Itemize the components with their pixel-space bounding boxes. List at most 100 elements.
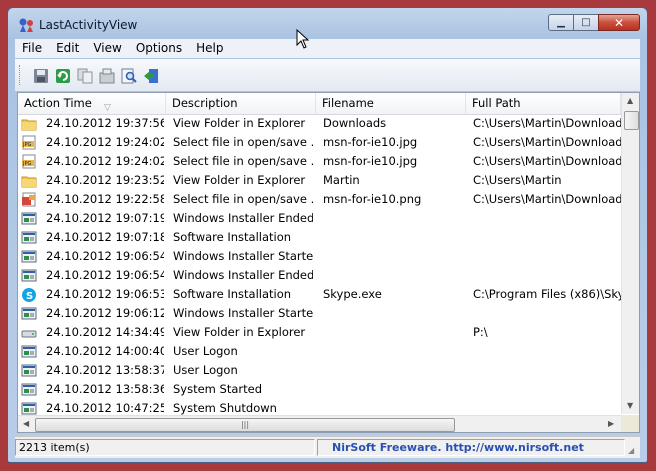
title-bar[interactable]: LastActivityView ▁ □ ✕ xyxy=(8,8,647,38)
properties-icon[interactable] xyxy=(99,68,115,84)
maximize-button[interactable]: □ xyxy=(573,14,599,31)
column-action-time[interactable]: Action Time ▽ xyxy=(18,93,166,114)
cell-description: Software Installation xyxy=(173,287,292,301)
cell-action-time: 24.10.2012 13:58:36 xyxy=(46,382,164,396)
cell-description: Software Installation xyxy=(173,230,292,244)
cell-action-time: 24.10.2012 19:07:18 xyxy=(46,230,164,244)
column-label: Filename xyxy=(322,96,374,110)
cell-full-path: P:\ xyxy=(473,325,488,339)
cell-action-time: 24.10.2012 19:37:56 xyxy=(46,116,164,130)
cell-description: View Folder in Explorer xyxy=(173,173,306,187)
cell-full-path xyxy=(473,266,621,285)
cell-full-path: C:\Users\Martin\Downloads\m xyxy=(473,135,621,149)
exit-icon[interactable] xyxy=(143,68,159,84)
cell-action-time: 24.10.2012 19:06:54 xyxy=(46,268,164,282)
cell-action-time: 24.10.2012 14:00:40 xyxy=(46,344,164,358)
table-row[interactable]: 24.10.2012 19:06:54 Windows Installer End… xyxy=(18,266,621,285)
table-row[interactable]: 24.10.2012 19:37:56 View Folder in Explor… xyxy=(18,114,621,133)
menu-edit[interactable]: Edit xyxy=(49,39,86,58)
png-file-icon xyxy=(22,192,36,207)
app-window: LastActivityView ▁ □ ✕ File Edit View Op… xyxy=(7,7,648,463)
column-label: Description xyxy=(172,96,238,110)
minimize-button[interactable]: ▁ xyxy=(548,14,574,31)
table-row[interactable]: 24.10.2012 14:34:49 View Folder in Explor… xyxy=(18,323,621,342)
table-row[interactable]: 24.10.2012 19:07:18 Software Installation xyxy=(18,228,621,247)
horizontal-scroll-thumb[interactable]: ||| xyxy=(35,418,455,432)
cell-description: Windows Installer Ended xyxy=(173,211,313,225)
cell-full-path xyxy=(473,228,621,247)
column-filename[interactable]: Filename xyxy=(316,93,466,114)
cell-full-path xyxy=(473,209,621,228)
copy-icon[interactable] xyxy=(77,68,93,84)
cell-full-path: C:\Users\Martin xyxy=(473,173,562,187)
scroll-left-icon[interactable]: ◀ xyxy=(23,419,29,428)
resize-grip-icon[interactable]: ◢ xyxy=(628,446,638,456)
activity-list[interactable]: Action Time ▽ Description Filename Full … xyxy=(17,92,640,433)
table-row[interactable]: S 24.10.2012 19:06:53 Software Installatio… xyxy=(18,285,621,304)
column-description[interactable]: Description xyxy=(166,93,316,114)
table-row[interactable]: 24.10.2012 13:58:37 User Logon xyxy=(18,361,621,380)
cell-action-time: 24.10.2012 13:58:37 xyxy=(46,363,164,377)
menu-options[interactable]: Options xyxy=(129,39,189,58)
skype-icon: S xyxy=(22,288,36,302)
cell-filename xyxy=(323,380,463,399)
status-bar: 2213 item(s) NirSoft Freeware. http://ww… xyxy=(15,436,640,458)
horizontal-scrollbar[interactable]: ◀ ||| ▶ xyxy=(18,415,621,432)
menu-file[interactable]: File xyxy=(15,39,49,58)
refresh-icon[interactable] xyxy=(55,68,71,84)
column-label: Action Time xyxy=(24,96,92,110)
table-row[interactable]: 24.10.2012 19:07:19 Windows Installer End… xyxy=(18,209,621,228)
cell-full-path: C:\Users\Martin\Downloads\m xyxy=(473,192,621,206)
cell-filename: msn-for-ie10.png xyxy=(323,192,422,206)
table-row[interactable]: 24.10.2012 14:00:40 User Logon xyxy=(18,342,621,361)
app-icon xyxy=(19,18,33,32)
svg-text:S: S xyxy=(26,291,33,302)
installer-icon xyxy=(21,402,37,415)
cell-description: User Logon xyxy=(173,344,238,358)
nirsoft-link[interactable]: NirSoft Freeware. http://www.nirsoft.net xyxy=(317,439,625,456)
vertical-scrollbar[interactable]: ▲ ▼ xyxy=(621,93,639,414)
scroll-up-icon[interactable]: ▲ xyxy=(627,96,633,105)
svg-text:JPG: JPG xyxy=(22,142,31,148)
jpg-file-icon: JPG xyxy=(22,135,36,150)
table-row[interactable]: 24.10.2012 19:06:54 Windows Installer Sta… xyxy=(18,247,621,266)
cell-description: Select file in open/save ... xyxy=(173,135,313,149)
menu-help[interactable]: Help xyxy=(189,39,230,58)
cell-description: Select file in open/save ... xyxy=(173,154,313,168)
cell-action-time: 24.10.2012 19:23:52 xyxy=(46,173,164,187)
cell-action-time: 24.10.2012 19:24:02 xyxy=(46,154,164,168)
maximize-icon: □ xyxy=(581,17,591,28)
scroll-down-icon[interactable]: ▼ xyxy=(627,401,633,410)
menu-view[interactable]: View xyxy=(86,39,128,58)
table-row[interactable]: 24.10.2012 19:22:58 Select file in open/s… xyxy=(18,190,621,209)
scroll-right-icon[interactable]: ▶ xyxy=(608,419,614,428)
cell-description: System Started xyxy=(173,382,263,396)
vertical-scroll-thumb[interactable] xyxy=(624,111,639,130)
close-button[interactable]: ✕ xyxy=(598,14,640,31)
cell-filename xyxy=(323,228,463,247)
cell-filename: Downloads xyxy=(323,116,387,130)
column-full-path[interactable]: Full Path xyxy=(466,93,621,114)
cell-description: User Logon xyxy=(173,363,238,377)
table-row[interactable]: JPG 24.10.2012 19:24:02 Select file in ope… xyxy=(18,152,621,171)
cell-filename xyxy=(323,304,463,323)
svg-text:JPG: JPG xyxy=(22,161,31,167)
table-row[interactable]: 24.10.2012 19:06:12 Windows Installer Sta… xyxy=(18,304,621,323)
table-row[interactable]: 24.10.2012 19:23:52 View Folder in Explor… xyxy=(18,171,621,190)
cell-action-time: 24.10.2012 19:07:19 xyxy=(46,211,164,225)
cell-full-path xyxy=(473,247,621,266)
cell-full-path xyxy=(473,342,621,361)
table-row[interactable]: 24.10.2012 13:58:36 System Started xyxy=(18,380,621,399)
toolbar xyxy=(15,59,640,92)
find-icon[interactable] xyxy=(121,68,137,84)
cell-description: Windows Installer Started xyxy=(173,249,313,263)
jpg-file-icon: JPG xyxy=(22,154,36,169)
list-header: Action Time ▽ Description Filename Full … xyxy=(18,93,621,115)
close-icon: ✕ xyxy=(613,15,625,30)
table-row[interactable]: JPG 24.10.2012 19:24:02 Select file in ope… xyxy=(18,133,621,152)
mouse-cursor-icon xyxy=(296,29,310,49)
save-icon[interactable] xyxy=(33,68,49,84)
cell-action-time: 24.10.2012 14:34:49 xyxy=(46,325,164,339)
folder-icon xyxy=(21,176,37,188)
menu-bar: File Edit View Options Help xyxy=(15,39,640,58)
